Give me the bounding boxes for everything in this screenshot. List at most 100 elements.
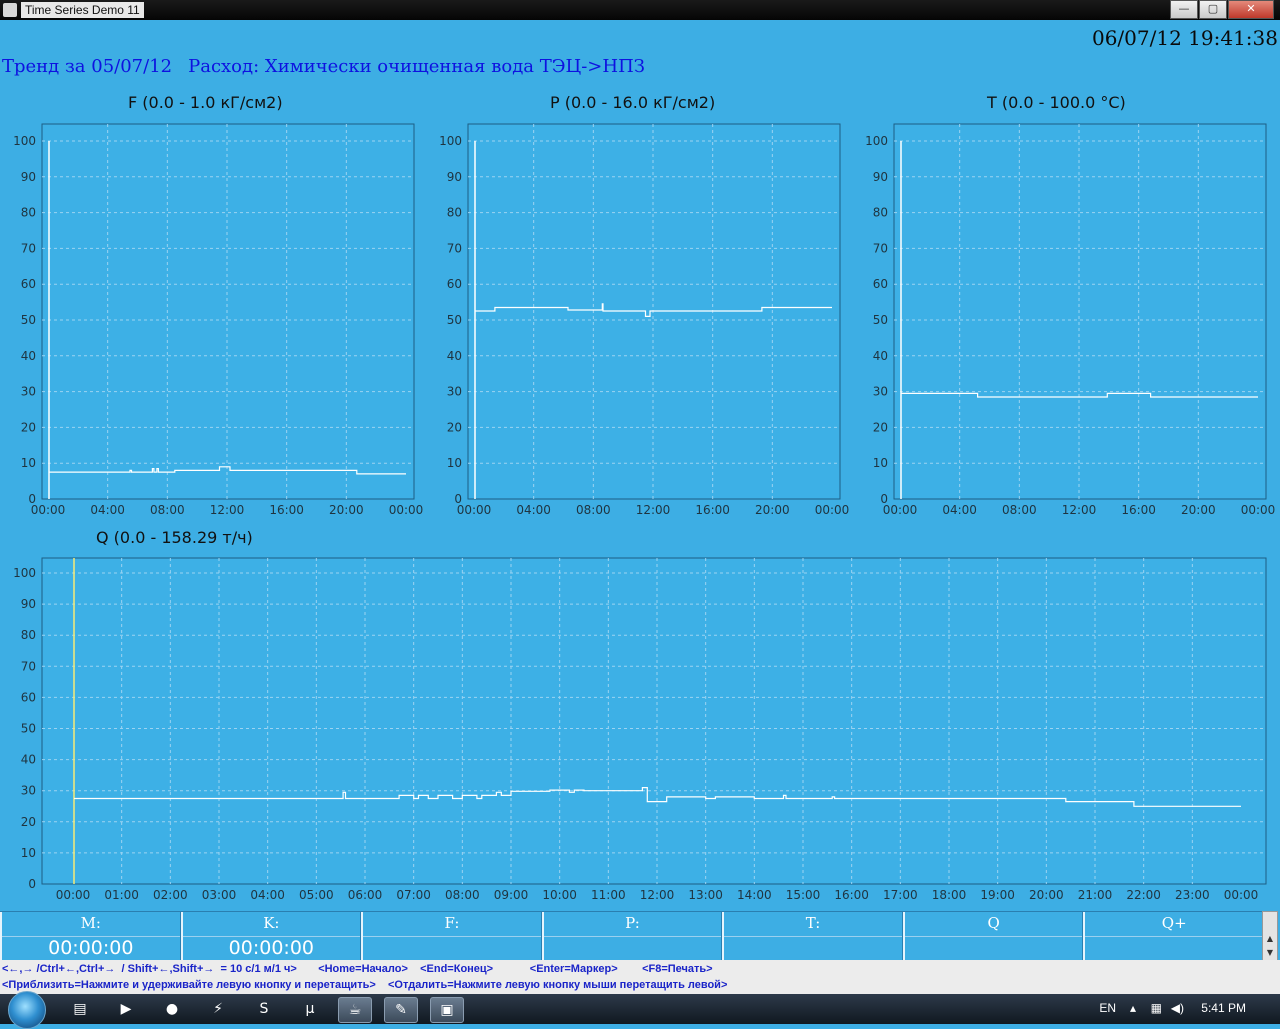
tray-arrow-icon[interactable]: ▴ — [1130, 1001, 1136, 1015]
status-cell-k: K: 00:00:00 — [180, 912, 362, 960]
x-tick-label: 08:00 — [576, 503, 611, 517]
y-tick-label: 80 — [21, 206, 36, 220]
x-tick-label: 23:00 — [1175, 888, 1210, 902]
x-tick-label: 12:00 — [1062, 503, 1097, 517]
y-tick-label: 10 — [873, 456, 888, 470]
firefox-icon[interactable]: ● — [156, 997, 188, 1021]
window-title: Time Series Demo 11 — [21, 2, 144, 18]
x-tick-label: 11:00 — [591, 888, 626, 902]
chart-t[interactable]: 010203040506070809010000:00 04:00 08:00 12:… — [852, 118, 1280, 528]
y-tick-label: 100 — [13, 566, 36, 580]
status-cell-q-plus: Q+ — [1083, 912, 1264, 960]
status-cell-p: P: — [541, 912, 723, 960]
y-tick-label: 80 — [21, 628, 36, 642]
y-tick-label: 100 — [439, 134, 462, 148]
x-tick-label: 04:00 — [90, 503, 125, 517]
status-cell-m: M: 00:00:00 — [0, 912, 181, 960]
y-tick-label: 90 — [447, 170, 462, 184]
chart-q[interactable]: 0 10 20 30 40 50 60 70 80 90 100 00:00 01:00 02:00 03:… — [0, 553, 1280, 909]
y-tick-label: 100 — [865, 134, 888, 148]
y-tick-label: 40 — [21, 349, 36, 363]
trend-date: Тренд за 05/07/12 — [2, 56, 173, 77]
x-tick-label: 16:00 — [269, 503, 304, 517]
status-label: K: — [182, 914, 361, 937]
chart-title-t: T (0.0 - 100.0 °C) — [987, 93, 1126, 112]
app-task-icon[interactable]: ▣ — [430, 997, 464, 1023]
taskbar-clock[interactable]: 5:41 PM — [1201, 1001, 1246, 1015]
x-tick-label: 00:00 — [883, 503, 918, 517]
y-tick-label: 10 — [21, 846, 36, 860]
help-line-keys: <←,→ /Ctrl+←,Ctrl+→ / Shift+←,Shift+→ = … — [2, 963, 713, 975]
x-tick-label: 22:00 — [1126, 888, 1161, 902]
y-tick-label: 90 — [21, 170, 36, 184]
explorer-icon[interactable]: ▤ — [64, 997, 96, 1021]
x-tick-label: 20:00 — [1181, 503, 1216, 517]
y-tick-label: 70 — [21, 659, 36, 673]
x-tick-label: 08:00 — [445, 888, 480, 902]
y-tick-label: 90 — [21, 597, 36, 611]
maximize-button[interactable]: ▢ — [1199, 0, 1227, 19]
chart-title-f: F (0.0 - 1.0 кГ/см2) — [128, 93, 283, 112]
torrent-icon[interactable]: µ — [294, 997, 326, 1021]
language-indicator[interactable]: EN — [1099, 1001, 1116, 1015]
y-tick-label: 40 — [873, 349, 888, 363]
y-tick-label: 10 — [21, 456, 36, 470]
status-cell-t: T: — [722, 912, 903, 960]
x-tick-label: 03:00 — [202, 888, 237, 902]
chart-f[interactable]: 010203040506070809010000:00 04:00 08:00 12:… — [0, 118, 430, 528]
skype-icon[interactable]: S — [248, 997, 280, 1021]
minimize-button[interactable]: — — [1170, 0, 1198, 19]
y-tick-label: 70 — [447, 241, 462, 255]
x-tick-label: 16:00 — [834, 888, 869, 902]
flow-description: Расход: Химически очищенная вода ТЭЦ->НП… — [188, 56, 645, 77]
scroll-up-arrow-icon[interactable]: ▲ — [1263, 934, 1277, 946]
y-tick-label: 50 — [21, 313, 36, 327]
x-tick-label: 00:00 — [457, 503, 492, 517]
close-button[interactable]: ✕ — [1228, 0, 1274, 19]
x-tick-label: 12:00 — [636, 503, 671, 517]
x-tick-label: 19:00 — [980, 888, 1015, 902]
media-player-icon[interactable]: ▶ — [110, 997, 142, 1021]
x-tick-label: 04:00 — [942, 503, 977, 517]
x-tick-label: 00:00 — [31, 503, 66, 517]
x-tick-label: 07:00 — [396, 888, 431, 902]
window-controls: — ▢ ✕ — [1169, 0, 1274, 19]
status-label: Q — [904, 914, 1083, 937]
tool-task-icon[interactable]: ✎ — [384, 997, 418, 1023]
x-tick-label: 06:00 — [348, 888, 383, 902]
y-tick-label: 30 — [21, 385, 36, 399]
x-tick-label: 00:00 — [1224, 888, 1259, 902]
x-tick-label: 13:00 — [688, 888, 723, 902]
x-tick-label: 04:00 — [250, 888, 285, 902]
y-tick-label: 80 — [447, 206, 462, 220]
status-value: 00:00:00 — [48, 937, 134, 959]
start-button[interactable] — [8, 991, 46, 1029]
y-tick-label: 0 — [28, 877, 36, 891]
help-panel: <←,→ /Ctrl+←,Ctrl+→ / Shift+←,Shift+→ = … — [0, 960, 1280, 994]
status-label: F: — [363, 914, 541, 937]
scroll-down-arrow-icon[interactable]: ▼ — [1263, 948, 1277, 960]
winamp-icon[interactable]: ⚡ — [202, 997, 234, 1021]
x-tick-label: 20:00 — [755, 503, 790, 517]
x-tick-label: 02:00 — [153, 888, 188, 902]
x-tick-label: 15:00 — [786, 888, 821, 902]
status-label: M: — [2, 914, 180, 937]
volume-icon[interactable]: ◀) — [1171, 1001, 1184, 1015]
x-tick-label: 20:00 — [1029, 888, 1064, 902]
window-title-bar[interactable]: Time Series Demo 11 — ▢ ✕ — [0, 0, 1280, 20]
java-task-icon[interactable]: ☕ — [338, 997, 372, 1023]
status-scrollbar[interactable]: ▲ ▼ — [1262, 911, 1278, 961]
status-cell-f: F: — [361, 912, 542, 960]
x-tick-label: 00:00 — [389, 503, 424, 517]
y-tick-label: 60 — [873, 277, 888, 291]
y-tick-label: 80 — [873, 206, 888, 220]
chart-p[interactable]: 010203040506070809010000:00 04:00 08:00 12:… — [426, 118, 856, 528]
x-tick-label: 12:00 — [640, 888, 675, 902]
taskbar: ▤ ▶ ● ⚡ S µ ☕ ✎ ▣ EN ▴ ▦ ◀) 5:41 PM — [0, 991, 1280, 1029]
plot-area — [41, 557, 1267, 885]
network-icon[interactable]: ▦ — [1151, 1001, 1162, 1015]
y-tick-label: 60 — [21, 277, 36, 291]
y-tick-label: 40 — [447, 349, 462, 363]
y-tick-label: 100 — [13, 134, 36, 148]
status-label: T: — [724, 914, 902, 937]
